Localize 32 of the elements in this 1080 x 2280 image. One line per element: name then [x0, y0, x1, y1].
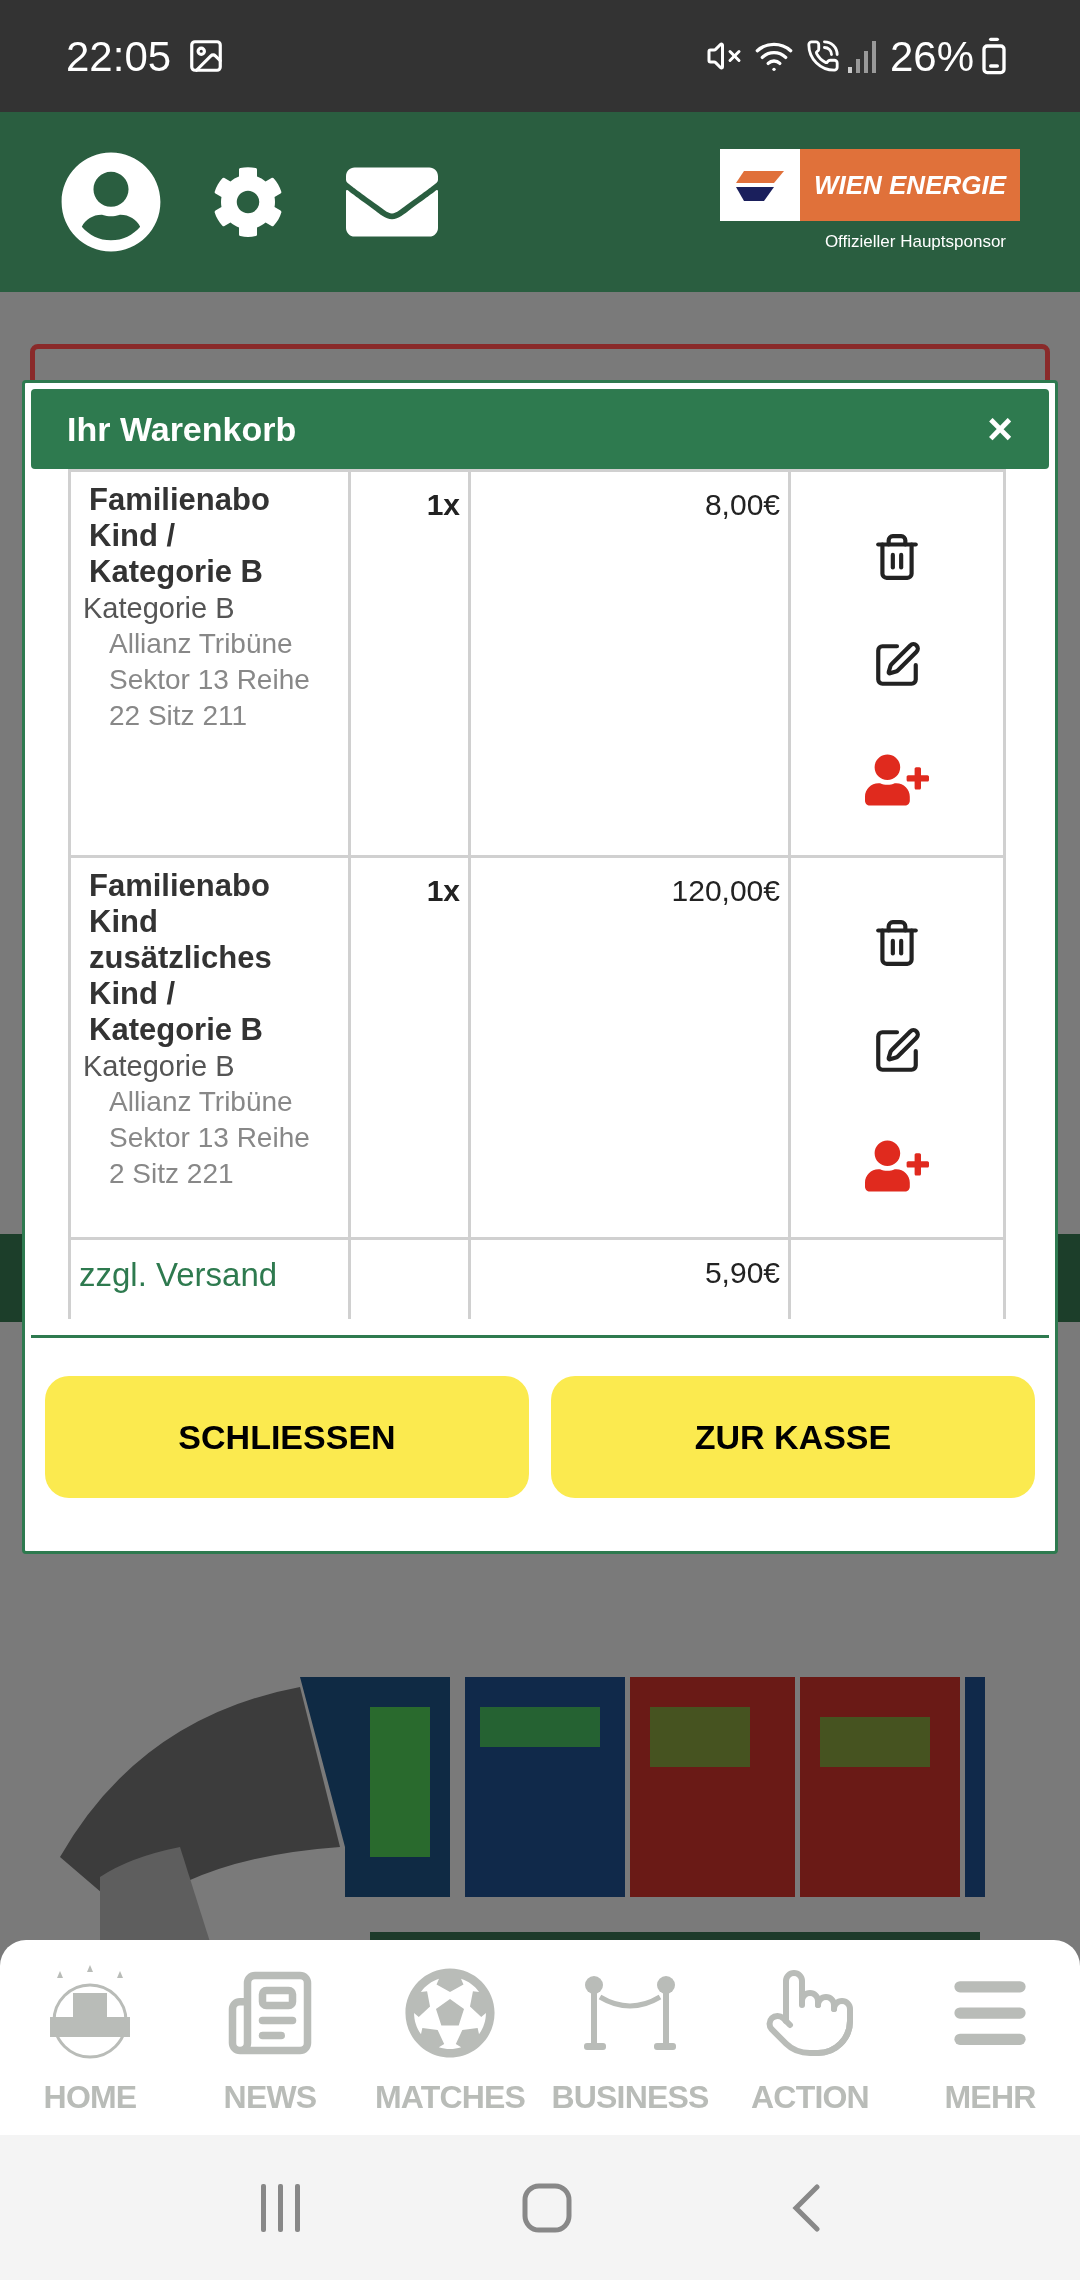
dialog-title: Ihr Warenkorb: [67, 408, 298, 450]
item-category: Kategorie B: [83, 591, 236, 626]
item-name: Familienabo Kind / Kategorie B: [89, 482, 271, 590]
nav-tab[interactable]: ACTION: [720, 1963, 900, 2121]
sponsor-caption: Offizieller Hauptsponsor: [824, 231, 1006, 254]
rope-barrier-icon: [582, 1975, 678, 2051]
home-icon[interactable]: [522, 2182, 572, 2233]
nav-tab[interactable]: MATCHES: [360, 1963, 540, 2121]
price-cell: 8,00€: [469, 470, 790, 857]
clock-time: 22:05: [66, 31, 172, 82]
nav-tab[interactable]: HOME: [0, 1963, 180, 2121]
checkout-button[interactable]: ZUR KASSE: [551, 1376, 1035, 1498]
price-cell: 120,00€: [469, 856, 790, 1239]
nav-tab[interactable]: BUSINESS: [540, 1963, 720, 2121]
signal-icon: [847, 39, 878, 73]
nav-tab[interactable]: MEHR: [900, 1963, 1080, 2121]
seat-info: Allianz Tribüne Sektor 13 Reihe 2 Sitz 221: [108, 1085, 311, 1191]
close-button[interactable]: ×: [987, 407, 1013, 451]
profile-icon[interactable]: [60, 151, 162, 253]
nav-tab[interactable]: NEWS: [180, 1963, 360, 2121]
close-dialog-button[interactable]: SCHLIESSEN: [45, 1376, 529, 1498]
wifi-call-icon: [805, 39, 840, 73]
shipping-label: zzgl. Versand: [69, 1238, 350, 1319]
settings-icon[interactable]: [212, 166, 284, 238]
battery-percent: 26%: [889, 31, 974, 82]
quantity-cell: 1x: [349, 470, 470, 857]
seat-info: Allianz Tribüne Sektor 13 Reihe 22 Sitz 211: [108, 627, 311, 733]
item-category: Kategorie B: [83, 1049, 236, 1084]
item-name: Familienabo Kind zusätzliches Kind / Kategorie B: [89, 868, 273, 1048]
back-icon[interactable]: [790, 2183, 821, 2232]
quantity-cell: 1x: [349, 856, 470, 1239]
sponsor-name: WIEN ENERGIE: [800, 149, 1020, 222]
